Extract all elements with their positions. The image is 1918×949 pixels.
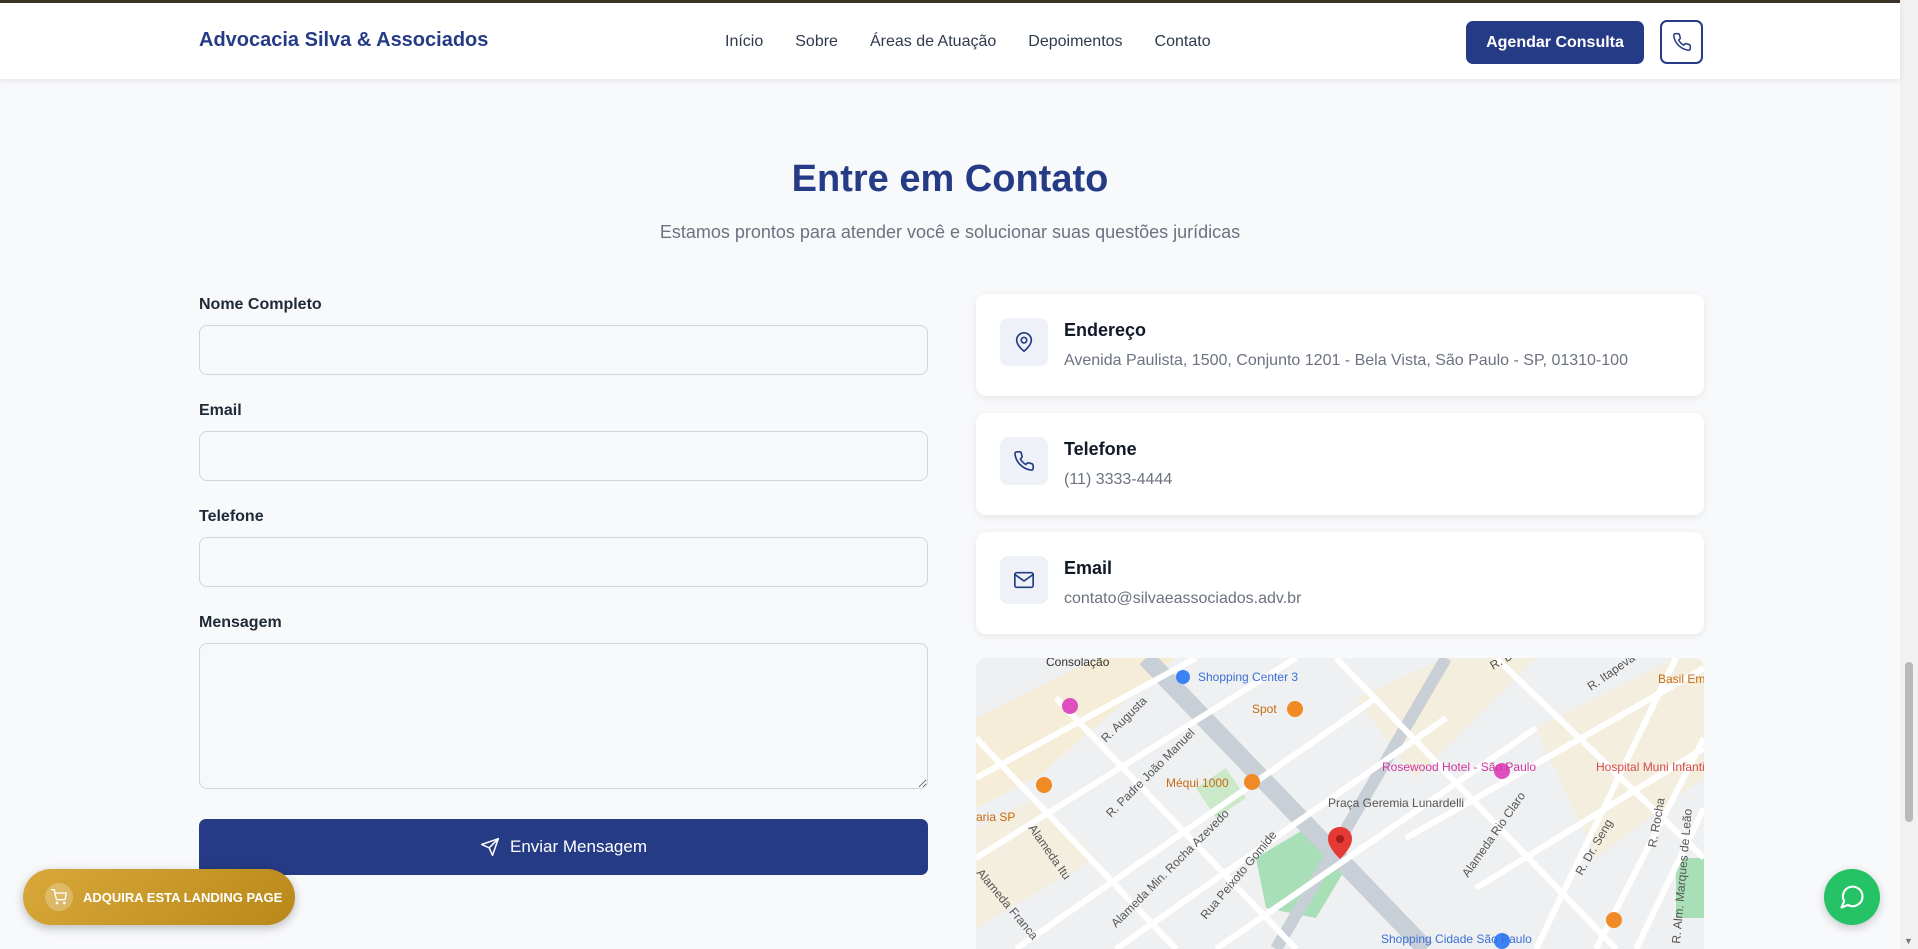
location-map[interactable]: Consolação Shopping Center 3 Spot R. Aug… xyxy=(976,658,1704,949)
section-title: Entre em Contato xyxy=(791,158,1109,200)
map-label: Praça Geremia Lunardelli xyxy=(1328,796,1464,810)
buy-landing-page-button[interactable]: ADQUIRA ESTA LANDING PAGE xyxy=(23,869,295,925)
promo-label: ADQUIRA ESTA LANDING PAGE xyxy=(83,889,283,905)
email-input[interactable] xyxy=(199,431,928,481)
phone-icon xyxy=(1014,451,1034,471)
phone-label: Telefone xyxy=(199,508,264,525)
email-card: Email contato@silvaeassociados.adv.br xyxy=(976,532,1704,634)
scroll-down-arrow-icon[interactable]: ▼ xyxy=(1904,936,1913,946)
map-label: Spot xyxy=(1252,702,1277,716)
phone-title: Telefone xyxy=(1064,439,1137,459)
map-label: Méqui 1000 xyxy=(1166,776,1229,790)
send-message-button[interactable]: Enviar Mensagem xyxy=(199,819,928,875)
message-label: Mensagem xyxy=(199,614,282,631)
nav-item-contato[interactable]: Contato xyxy=(1155,33,1211,51)
map-label: Consolação xyxy=(1046,658,1110,669)
map-label: Basil Empório e R xyxy=(1658,672,1704,686)
nav-item-sobre[interactable]: Sobre xyxy=(795,33,838,51)
mail-icon xyxy=(1014,571,1034,589)
phone-card: Telefone (11) 3333-4444 xyxy=(976,413,1704,515)
main-nav: Início Sobre Áreas de Atuação Depoimento… xyxy=(725,33,1211,51)
phone-icon-box xyxy=(1000,437,1048,485)
phone-value: (11) 3333-4444 xyxy=(1064,471,1173,488)
cart-icon xyxy=(45,883,73,911)
send-icon xyxy=(480,837,500,857)
call-button[interactable] xyxy=(1660,20,1703,64)
whatsapp-icon xyxy=(1840,885,1864,909)
map-canvas: Consolação Shopping Center 3 Spot R. Aug… xyxy=(976,658,1704,949)
page-scrollbar[interactable]: ▼ xyxy=(1900,0,1918,949)
whatsapp-button[interactable] xyxy=(1824,869,1880,925)
brand-logo-text[interactable]: Advocacia Silva & Associados xyxy=(199,29,488,52)
map-label: Rosewood Hotel - São Paulo xyxy=(1382,760,1536,774)
nav-item-inicio[interactable]: Início xyxy=(725,33,763,51)
name-label: Nome Completo xyxy=(199,296,322,313)
scrollbar-thumb[interactable] xyxy=(1905,662,1913,822)
email-value[interactable]: contato@silvaeassociados.adv.br xyxy=(1064,590,1301,608)
nav-item-areas[interactable]: Áreas de Atuação xyxy=(870,33,996,51)
site-header: Advocacia Silva & Associados Início Sobr… xyxy=(0,3,1900,79)
phone-icon xyxy=(1672,32,1691,51)
map-pin-icon xyxy=(1015,332,1033,352)
map-label: Hospital Muni Infantil Menino J xyxy=(1596,760,1704,774)
email-icon-box xyxy=(1000,556,1048,604)
nav-item-depoimentos[interactable]: Depoimentos xyxy=(1028,33,1122,51)
name-input[interactable] xyxy=(199,325,928,375)
map-label: aria SP xyxy=(976,810,1015,824)
send-message-label: Enviar Mensagem xyxy=(509,837,647,856)
address-icon-box xyxy=(1000,318,1048,366)
address-title: Endereço xyxy=(1064,320,1147,340)
email-label: Email xyxy=(199,402,242,419)
phone-input[interactable] xyxy=(199,537,928,587)
email-title: Email xyxy=(1064,558,1113,578)
map-label: Shopping Center 3 xyxy=(1198,670,1298,684)
map-label: Shopping Cidade São Paulo xyxy=(1381,932,1532,946)
address-value: Avenida Paulista, 1500, Conjunto 1201 - … xyxy=(1064,352,1628,369)
section-subtitle: Estamos prontos para atender você e solu… xyxy=(659,222,1241,242)
message-textarea[interactable] xyxy=(199,643,928,789)
schedule-consultation-button[interactable]: Agendar Consulta xyxy=(1466,21,1644,64)
address-card: Endereço Avenida Paulista, 1500, Conjunt… xyxy=(976,294,1704,396)
